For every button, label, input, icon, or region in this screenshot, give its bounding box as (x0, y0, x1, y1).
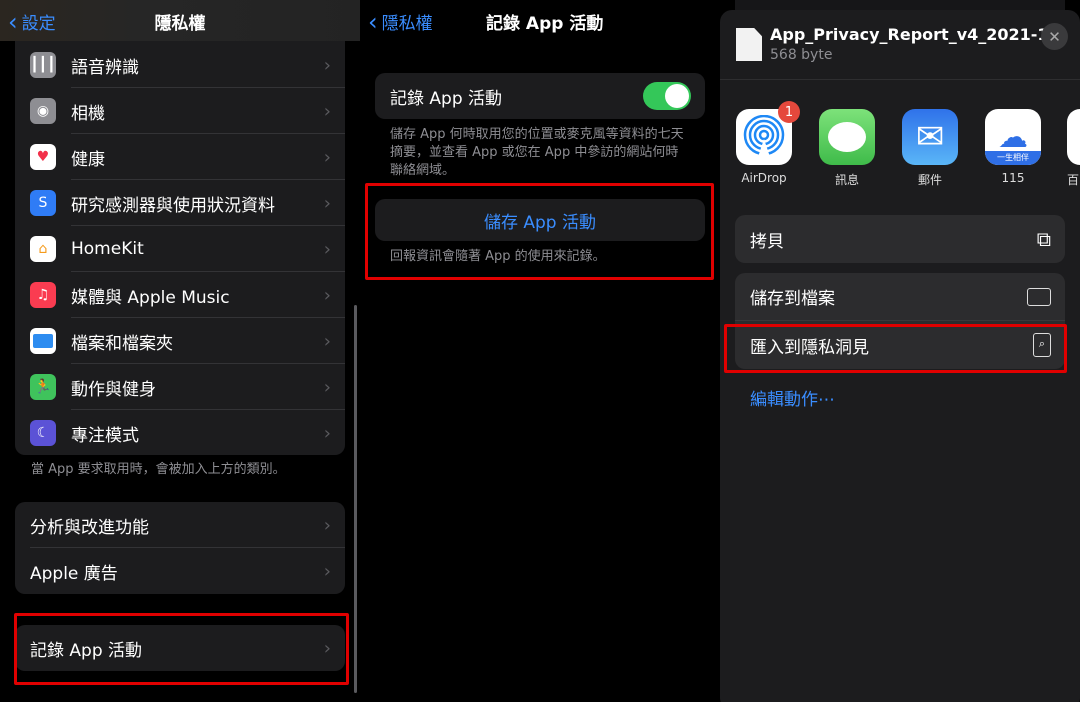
nav-bar: ‹ 設定 隱私權 (0, 0, 360, 41)
copy-icon: ⧉ (1036, 227, 1051, 251)
toggle-group: 記錄 App 活動 (375, 73, 705, 119)
toggle-description: 儲存 App 何時取用您的位置或麥克風等資料的七天摘要，並查看 App 或您在 … (390, 127, 684, 178)
edit-actions-link[interactable]: 編輯動作⋯ (750, 385, 835, 410)
list-item-apple-ads[interactable]: Apple 廣告 › (15, 548, 345, 594)
music-icon: ♫ (30, 282, 56, 308)
folder-icon (30, 328, 56, 354)
list-item-analytics[interactable]: 分析與改進功能 › (15, 502, 345, 548)
list-item-fitness[interactable]: 🏃 動作與健身 › (15, 364, 345, 410)
camera-icon: ◉ (30, 98, 56, 124)
share-app-airdrop[interactable]: 1 AirDrop (736, 101, 800, 185)
chevron-right-icon: › (323, 560, 331, 582)
airdrop-icon: 1 (736, 101, 800, 165)
permissions-footnote: 當 App 要求取用時，會被加入上方的類別。 (31, 462, 286, 477)
record-app-activity-panel: ‹ 隱私權 記錄 App 活動 記錄 App 活動 儲存 App 何時取用您的位置… (360, 0, 720, 702)
cloud-icon: ☁ 一生相伴 (985, 109, 1041, 165)
research-icon: S (30, 190, 56, 216)
copy-action-group: 拷貝 ⧉ (735, 215, 1065, 263)
heart-icon: ♥ (30, 144, 56, 170)
chevron-right-icon: › (323, 146, 331, 168)
file-icon (736, 28, 762, 61)
list-item-research[interactable]: S 研究感測器與使用狀況資料 › (15, 180, 345, 226)
chevron-right-icon: › (323, 330, 331, 352)
file-name: App_Privacy_Report_v4_2021-1... (770, 25, 1067, 44)
list-item-focus[interactable]: ☾ 專注模式 › (15, 410, 345, 455)
highlight-box (724, 324, 1067, 373)
record-activity-toggle[interactable] (643, 82, 691, 110)
permissions-group: ┃┃┃ 語音辨識 › ◉ 相機 › ♥ 健康 › S 研究感測器與使用狀況資料 › ⌂ HomeK… (15, 30, 345, 455)
file-size: 568 byte (770, 47, 833, 63)
list-item-health[interactable]: ♥ 健康 › (15, 134, 345, 180)
share-app-baidu[interactable]: 百 (1067, 109, 1080, 188)
share-sheet-panel: App_Privacy_Report_v4_2021-1... 568 byte… (720, 0, 1080, 702)
analytics-group: 分析與改進功能 › Apple 廣告 › (15, 502, 345, 594)
list-item-files[interactable]: 檔案和檔案夾 › (15, 318, 345, 364)
notification-badge: 1 (778, 101, 800, 123)
chevron-right-icon: › (323, 422, 331, 444)
close-icon[interactable]: ✕ (1041, 23, 1068, 50)
chevron-right-icon: › (323, 284, 331, 306)
highlight-box (14, 613, 349, 685)
chevron-right-icon: › (323, 54, 331, 76)
scrollbar[interactable] (354, 305, 357, 693)
mail-icon: ✉ (902, 109, 958, 165)
chevron-right-icon: › (323, 192, 331, 214)
page-title: 隱私權 (154, 14, 206, 34)
page-title: 記錄 App 活動 (486, 14, 604, 34)
share-app-mail[interactable]: ✉ 郵件 (902, 109, 958, 188)
fitness-icon: 🏃 (30, 374, 56, 400)
list-item-music[interactable]: ♫ 媒體與 Apple Music › (15, 272, 345, 318)
share-app-115[interactable]: ☁ 一生相伴 115 (985, 109, 1041, 185)
list-item-camera[interactable]: ◉ 相機 › (15, 88, 345, 134)
divider (720, 79, 1080, 80)
list-item-speech[interactable]: ┃┃┃ 語音辨識 › (15, 42, 345, 88)
folder-icon (1027, 287, 1051, 306)
chevron-right-icon: › (323, 238, 331, 260)
share-app-messages[interactable]: 訊息 (819, 109, 875, 188)
messages-icon (819, 109, 875, 165)
privacy-settings-panel: ┃┃┃ 語音辨識 › ◉ 相機 › ♥ 健康 › S 研究感測器與使用狀況資料 › ⌂ HomeK… (0, 0, 360, 702)
action-copy[interactable]: 拷貝 ⧉ (735, 215, 1065, 263)
home-icon: ⌂ (30, 236, 56, 262)
waveform-icon: ┃┃┃ (30, 52, 56, 78)
action-save-to-files[interactable]: 儲存到檔案 (735, 273, 1065, 321)
list-item-homekit[interactable]: ⌂ HomeKit › (15, 226, 345, 272)
baidu-icon (1067, 109, 1080, 165)
moon-icon: ☾ (30, 420, 56, 446)
chevron-right-icon: › (323, 376, 331, 398)
chevron-right-icon: › (323, 514, 331, 536)
chevron-right-icon: › (323, 100, 331, 122)
highlight-box (365, 183, 714, 280)
